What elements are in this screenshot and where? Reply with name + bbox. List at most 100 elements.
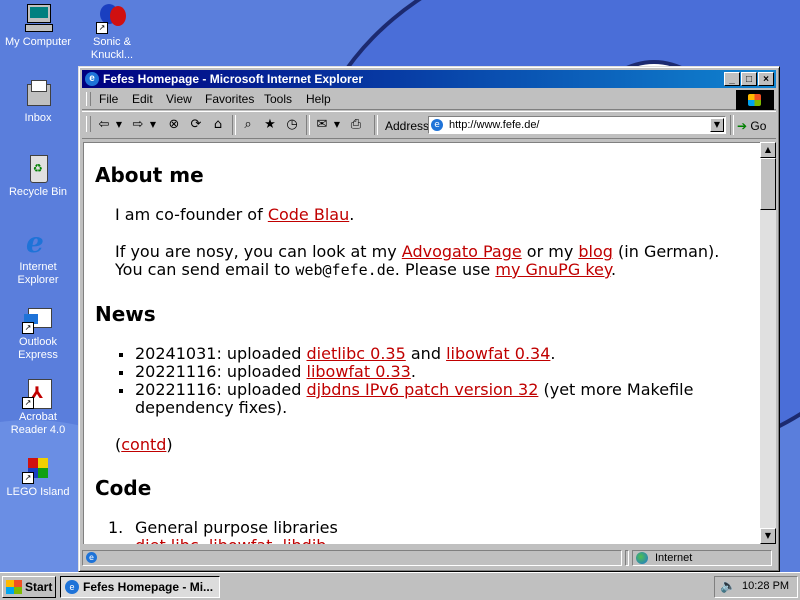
dietlibc-link[interactable]: dietlibc 0.35 [307,344,406,363]
menu-tools[interactable]: Tools [264,92,292,106]
title-bar[interactable]: e Fefes Homepage - Microsoft Internet Ex… [82,70,776,88]
forward-dropdown-icon[interactable]: ▼ [148,116,158,134]
menu-edit[interactable]: Edit [132,92,153,106]
address-input[interactable]: http://www.fefe.de/ [449,119,540,131]
desktop-icon-label: My Computer [4,36,72,48]
speaker-icon[interactable]: 🔈 [720,580,736,594]
code-item-number: 1. [108,518,124,537]
toolbar-separator [374,115,378,135]
desktop-icon-inbox[interactable]: Inbox [0,78,76,125]
code-item: General purpose libraries [135,518,338,537]
contd-link[interactable]: contd [121,435,166,454]
scroll-up-button[interactable]: ▲ [760,142,776,158]
vertical-scrollbar[interactable]: ▲ ▼ [760,142,776,544]
page-viewport[interactable]: About me I am co-founder of Code Blau. I… [83,142,762,544]
desktop-icon-sonic[interactable]: ↗ Sonic & Knuckl... [74,2,150,62]
desktop-icon-label: Sonic & Knuckl... [90,36,134,61]
desktop-icon-label: Acrobat Reader 4.0 [10,411,66,436]
start-button[interactable]: Start [2,576,56,598]
mail-button[interactable]: ✉ [312,116,332,134]
inbox-icon [22,78,54,110]
home-button[interactable]: ⌂ [208,116,228,134]
mail-dropdown-icon[interactable]: ▼ [332,116,342,134]
toolbar-grip[interactable] [86,116,91,132]
favorites-button[interactable]: ★ [260,116,280,134]
desktop-icon-acrobat-reader[interactable]: ⅄ ↗ Acrobat Reader 4.0 [0,377,76,437]
advogato-link[interactable]: Advogato Page [402,242,522,261]
text: If you are nosy, you can look at my [115,242,402,261]
refresh-button[interactable]: ⟳ [186,116,206,134]
news-item: 20221116: uploaded djbdns IPv6 patch ver… [135,381,693,399]
shortcut-arrow-icon: ↗ [96,22,108,34]
address-bar[interactable]: e http://www.fefe.de/ ▼ [428,116,726,134]
menu-file[interactable]: File [99,92,118,106]
zone-cell: Internet [632,550,772,566]
libowfat-033-link[interactable]: libowfat 0.33 [307,362,411,381]
shortcut-arrow-icon: ↗ [22,472,34,484]
menu-favorites[interactable]: Favorites [205,92,254,106]
menu-help[interactable]: Help [306,92,331,106]
window-title: Fefes Homepage - Microsoft Internet Expl… [103,72,364,86]
history-button[interactable]: ◷ [282,116,302,134]
stop-button[interactable]: ⊗ [164,116,184,134]
taskbar-button-ie[interactable]: e Fefes Homepage - Mi... [60,576,220,598]
desktop-icon-lego-island[interactable]: ↗ LEGO Island [0,452,76,499]
text: 20241031: uploaded [135,344,307,363]
gnupg-key-link[interactable]: my GnuPG key [495,260,611,279]
go-arrow-icon: ➔ [737,119,748,133]
windows-flag-icon [6,580,22,594]
toolbar-grip[interactable] [86,92,91,106]
page-icon: e [86,552,97,563]
about-paragraph-1: I am co-founder of Code Blau. [115,206,354,224]
menu-view[interactable]: View [166,92,192,106]
print-button[interactable]: ⎙ [346,116,366,134]
bullet-icon [119,389,123,393]
windows-flag-icon [748,94,761,106]
recycle-bin-icon: ♻ [22,152,54,184]
sonic-icon: ↗ [96,2,128,34]
close-button[interactable]: × [758,72,774,86]
taskbar: Start e Fefes Homepage - Mi... 🔈 10:28 P… [0,572,800,600]
desktop-icon-label: Recycle Bin [8,186,68,198]
windows-logo-throbber [736,90,774,110]
scroll-down-button[interactable]: ▼ [760,528,776,544]
back-button[interactable]: ⇦ [94,116,114,134]
news-item: 20221116: uploaded libowfat 0.33. [135,363,416,381]
clock[interactable]: 10:28 PM [742,580,789,592]
search-button[interactable]: ⌕ [238,116,258,134]
text: . [550,344,556,363]
taskbar-button-label: Fefes Homepage - Mi... [83,580,214,594]
code-blau-link[interactable]: Code Blau [268,205,349,224]
address-dropdown-button[interactable]: ▼ [710,118,724,132]
libowfat-034-link[interactable]: libowfat 0.34 [446,344,550,363]
blog-link[interactable]: blog [578,242,613,261]
computer-icon [22,2,54,34]
djbdns-patch-link[interactable]: djbdns IPv6 patch version 32 [307,380,539,399]
go-button[interactable]: ➔ Go [737,119,766,133]
go-label: Go [750,119,767,133]
email-address: web@fefe.de [295,261,395,279]
desktop-icon-outlook-express[interactable]: ↗ Outlook Express [0,302,76,362]
about-paragraph-3: You can send email to web@fefe.de. Pleas… [115,260,616,280]
news-item-continuation: dependency fixes). [135,398,288,417]
desktop-icon-recycle-bin[interactable]: ♻ Recycle Bin [0,152,76,199]
desktop-icon-my-computer[interactable]: My Computer [0,2,76,49]
address-label: Address [385,119,430,133]
forward-button[interactable]: ⇨ [128,116,148,134]
internet-explorer-icon: e [26,226,44,259]
text: 20221116: uploaded [135,362,307,381]
maximize-button[interactable]: □ [741,72,757,86]
minimize-button[interactable]: _ [724,72,740,86]
desktop-icon-internet-explorer[interactable]: e Internet Explorer [0,227,76,287]
news-heading: News [95,302,156,326]
browser-window: e Fefes Homepage - Microsoft Internet Ex… [78,66,780,572]
text: ) [166,435,173,454]
status-cell [625,550,629,566]
ie-icon: e [85,72,99,86]
scroll-thumb[interactable] [760,158,776,210]
toolbar-separator [306,115,310,135]
status-bar: e Internet [82,548,776,568]
code-heading: Code [95,476,152,500]
code-libraries-links[interactable]: diet libc, libowfat, libdjb [135,536,326,545]
back-dropdown-icon[interactable]: ▼ [114,116,124,134]
